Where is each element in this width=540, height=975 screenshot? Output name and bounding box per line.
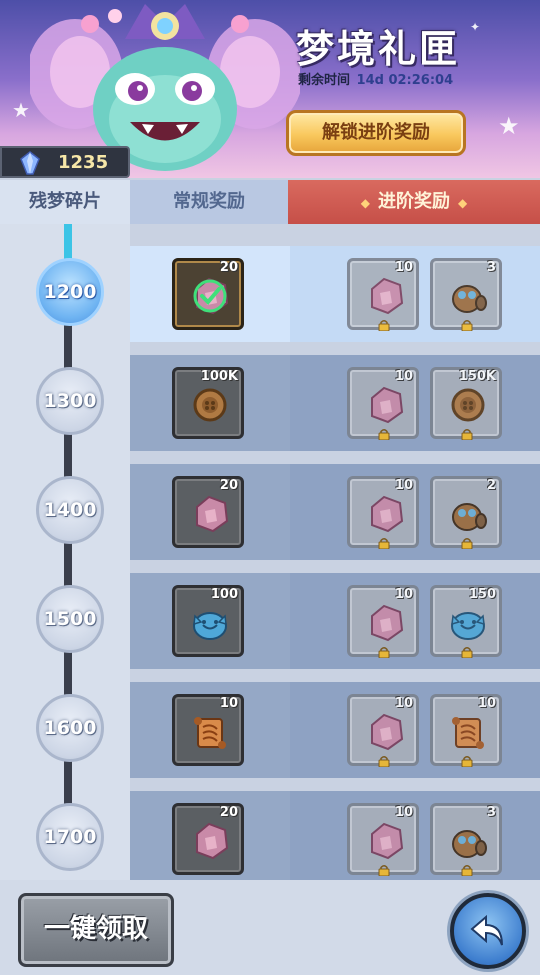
- reward-tabs: 残梦碎片 常规奖励 ◆ 进阶奖励 ◆: [0, 180, 540, 224]
- reward-quantity: 150: [468, 587, 496, 602]
- normal-reward-item[interactable]: 10: [172, 694, 244, 766]
- tier-node: 1500: [36, 585, 104, 653]
- timer-label: 剩余时间: [298, 73, 351, 88]
- reward-quantity: 10: [394, 587, 413, 602]
- normal-reward-item[interactable]: 100K: [172, 367, 244, 439]
- tier-node: 1400: [36, 476, 104, 544]
- advanced-reward-item[interactable]: 2: [430, 476, 502, 549]
- reward-row: 20 10 3: [130, 246, 540, 342]
- tab-advanced-label: 进阶奖励: [378, 191, 450, 212]
- diamond-dot-icon: ◆: [360, 196, 370, 210]
- reward-quantity: 3: [486, 260, 496, 275]
- reward-quantity: 20: [219, 478, 238, 493]
- advanced-reward-item[interactable]: 150: [430, 585, 502, 658]
- reward-row: 100 10 150: [130, 573, 540, 669]
- advanced-reward-item[interactable]: 10: [347, 694, 419, 767]
- tier-node: 1700: [36, 803, 104, 871]
- advanced-reward-item[interactable]: 10: [347, 476, 419, 549]
- reward-row: 10 10 10: [130, 682, 540, 778]
- advanced-reward-item[interactable]: 10: [347, 803, 419, 876]
- reward-quantity: 10: [477, 696, 496, 711]
- advanced-reward-item[interactable]: 10: [347, 367, 419, 440]
- tier-node: 1300: [36, 367, 104, 435]
- reward-quantity: 10: [219, 696, 238, 711]
- advanced-reward-item[interactable]: 10: [430, 694, 502, 767]
- advanced-reward-item[interactable]: 10: [347, 585, 419, 658]
- reward-quantity: 100K: [200, 369, 238, 384]
- reward-row: 20 10 3: [130, 791, 540, 887]
- reward-quantity: 2: [486, 478, 496, 493]
- star-decoration-icon: ★: [498, 112, 520, 140]
- reward-quantity: 10: [394, 696, 413, 711]
- normal-reward-item[interactable]: 20: [172, 803, 244, 875]
- crystal-icon: [20, 151, 40, 175]
- reward-quantity: 10: [394, 260, 413, 275]
- timer-value: 14d 02:26:04: [356, 73, 454, 88]
- normal-reward-item[interactable]: 100: [172, 585, 244, 657]
- reward-quantity: 100: [210, 587, 238, 602]
- claim-all-button[interactable]: 一键领取: [18, 893, 174, 967]
- normal-reward-item[interactable]: 20: [172, 258, 244, 330]
- remaining-time: 剩余时间 14d 02:26:04: [298, 69, 453, 88]
- reward-row: 20 10 2: [130, 464, 540, 560]
- normal-reward-item[interactable]: 20: [172, 476, 244, 548]
- reward-quantity: 3: [486, 805, 496, 820]
- tab-advanced-rewards: ◆ 进阶奖励 ◆: [288, 180, 540, 224]
- reward-quantity: 10: [394, 478, 413, 493]
- star-decoration-icon: ✦: [470, 20, 481, 34]
- header-banner: ★ ★ ✦ 梦境礼匣 剩余时间 14d 02:26:04 解锁进阶奖励 1235: [0, 0, 540, 178]
- advanced-reward-item[interactable]: 3: [430, 258, 502, 331]
- tier-node: 1200: [36, 258, 104, 326]
- diamond-dot-icon: ◆: [458, 196, 468, 210]
- reward-quantity: 150K: [458, 369, 496, 384]
- back-arrow-icon: [470, 914, 503, 946]
- currency-amount: 1235: [58, 152, 109, 173]
- reward-quantity: 10: [394, 369, 413, 384]
- reward-quantity: 20: [219, 260, 238, 275]
- unlock-advanced-button[interactable]: 解锁进阶奖励: [286, 110, 466, 156]
- tab-fragments: 残梦碎片: [0, 180, 130, 224]
- advanced-reward-item[interactable]: 150K: [430, 367, 502, 440]
- tab-normal-rewards: 常规奖励: [130, 180, 288, 224]
- star-decoration-icon: ★: [12, 98, 30, 122]
- tier-node: 1600: [36, 694, 104, 762]
- back-button[interactable]: [450, 893, 526, 969]
- reward-row: 100K 10 150K: [130, 355, 540, 451]
- advanced-reward-item[interactable]: 3: [430, 803, 502, 876]
- currency-display: 1235: [0, 146, 130, 178]
- advanced-reward-item[interactable]: 10: [347, 258, 419, 331]
- page-title: 梦境礼匣: [296, 27, 461, 71]
- reward-quantity: 10: [394, 805, 413, 820]
- reward-quantity: 20: [219, 805, 238, 820]
